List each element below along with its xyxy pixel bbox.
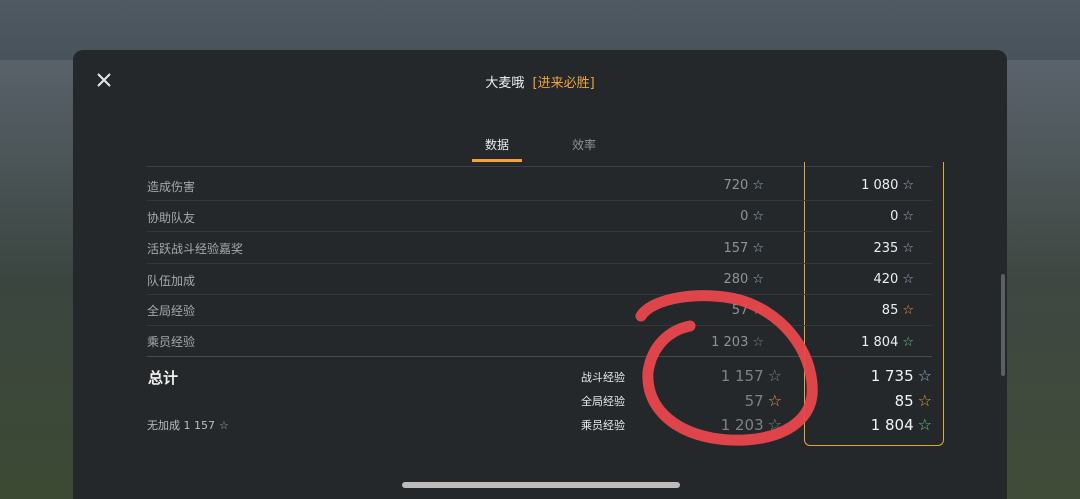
annotation-circle — [635, 290, 818, 446]
home-indicator[interactable] — [402, 482, 680, 488]
